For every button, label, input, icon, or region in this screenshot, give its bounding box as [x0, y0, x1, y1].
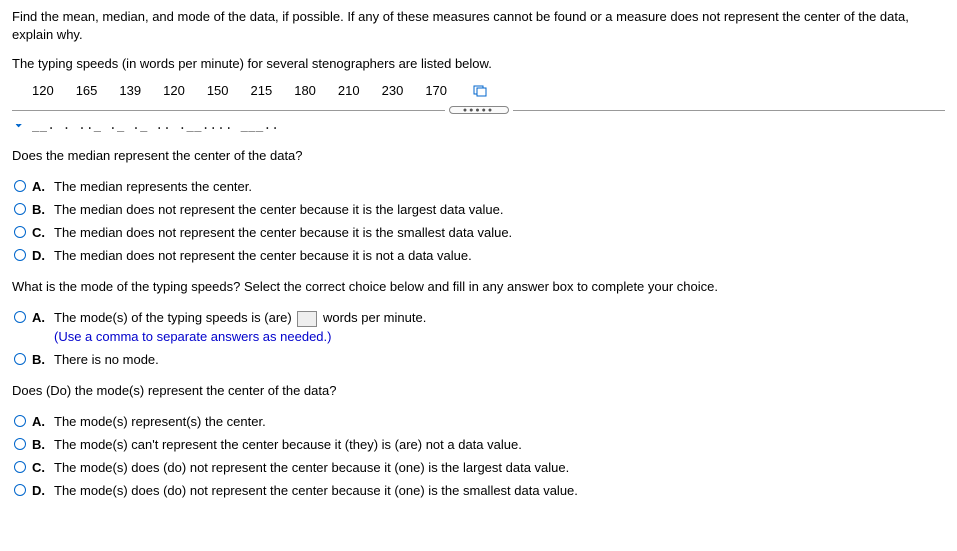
option-label: D. — [32, 248, 48, 263]
option-text: The mode(s) does (do) not represent the … — [54, 460, 945, 475]
cutoff-previous-option: __. . .._ ._ ._ .. .__.... ___.. — [12, 124, 945, 134]
radio-q3-b[interactable] — [14, 438, 26, 450]
option-text: The median does not represent the center… — [54, 248, 945, 263]
radio-q1-b[interactable] — [14, 203, 26, 215]
data-value: 150 — [207, 83, 229, 98]
option-q2-b: B. There is no mode. — [12, 352, 945, 367]
grip-dots-icon: ●●●●● — [463, 107, 494, 114]
option-label: A. — [32, 179, 48, 194]
option-text: The mode(s) does (do) not represent the … — [54, 483, 945, 498]
option-q3-c: C. The mode(s) does (do) not represent t… — [12, 460, 945, 475]
data-value: 215 — [251, 83, 273, 98]
option-label: B. — [32, 352, 48, 367]
data-value: 170 — [425, 83, 447, 98]
radio-q3-d[interactable] — [14, 484, 26, 496]
problem-intro: Find the mean, median, and mode of the d… — [12, 8, 945, 44]
radio-q2-a[interactable] — [14, 311, 26, 323]
option-post-text: words per minute. — [323, 310, 426, 325]
option-label: B. — [32, 202, 48, 217]
data-value: 120 — [32, 83, 54, 98]
question-mode: What is the mode of the typing speeds? S… — [12, 279, 945, 294]
radio-q1-d[interactable] — [14, 249, 26, 261]
divider-line — [513, 110, 946, 111]
option-q3-d: D. The mode(s) does (do) not represent t… — [12, 483, 945, 498]
options-q3: A. The mode(s) represent(s) the center. … — [12, 414, 945, 498]
data-value: 165 — [76, 83, 98, 98]
question-median-center: Does the median represent the center of … — [12, 148, 945, 163]
data-value: 139 — [119, 83, 141, 98]
option-text: The mode(s) of the typing speeds is (are… — [54, 310, 945, 344]
option-q1-a: A. The median represents the center. — [12, 179, 945, 194]
radio-q1-a[interactable] — [14, 180, 26, 192]
option-q1-b: B. The median does not represent the cen… — [12, 202, 945, 217]
option-pre-text: The mode(s) of the typing speeds is (are… — [54, 310, 292, 325]
radio-q3-a[interactable] — [14, 415, 26, 427]
mode-answer-input[interactable] — [297, 311, 317, 327]
option-text: The mode(s) can't represent the center b… — [54, 437, 945, 452]
option-label: C. — [32, 460, 48, 475]
checkmark-icon — [14, 124, 26, 131]
option-q2-a: A. The mode(s) of the typing speeds is (… — [12, 310, 945, 344]
data-value: 180 — [294, 83, 316, 98]
option-text: There is no mode. — [54, 352, 945, 367]
scroll-handle[interactable]: ●●●●● — [449, 106, 509, 114]
option-q1-c: C. The median does not represent the cen… — [12, 225, 945, 240]
question-mode-center: Does (Do) the mode(s) represent the cent… — [12, 383, 945, 398]
option-q3-a: A. The mode(s) represent(s) the center. — [12, 414, 945, 429]
option-text: The mode(s) represent(s) the center. — [54, 414, 945, 429]
option-label: C. — [32, 225, 48, 240]
data-value: 210 — [338, 83, 360, 98]
data-value: 230 — [382, 83, 404, 98]
answer-hint: (Use a comma to separate answers as need… — [54, 329, 945, 344]
scroll-divider: ●●●●● — [12, 106, 945, 114]
option-label: B. — [32, 437, 48, 452]
option-label: A. — [32, 310, 48, 325]
data-row: 120 165 139 120 150 215 180 210 230 170 — [12, 83, 945, 98]
option-label: A. — [32, 414, 48, 429]
radio-q2-b[interactable] — [14, 353, 26, 365]
radio-q3-c[interactable] — [14, 461, 26, 473]
cutoff-text: __. . .._ ._ ._ .. .__.... ___.. — [32, 124, 279, 132]
option-text: The median does not represent the center… — [54, 202, 945, 217]
option-label: D. — [32, 483, 48, 498]
divider-line — [12, 110, 445, 111]
option-q1-d: D. The median does not represent the cen… — [12, 248, 945, 263]
option-text: The median does not represent the center… — [54, 225, 945, 240]
options-q2: A. The mode(s) of the typing speeds is (… — [12, 310, 945, 367]
data-value: 120 — [163, 83, 185, 98]
option-text: The median represents the center. — [54, 179, 945, 194]
options-q1: A. The median represents the center. B. … — [12, 179, 945, 263]
option-q3-b: B. The mode(s) can't represent the cente… — [12, 437, 945, 452]
copy-dataset-icon[interactable] — [473, 85, 487, 97]
radio-q1-c[interactable] — [14, 226, 26, 238]
scenario-text: The typing speeds (in words per minute) … — [12, 56, 945, 71]
